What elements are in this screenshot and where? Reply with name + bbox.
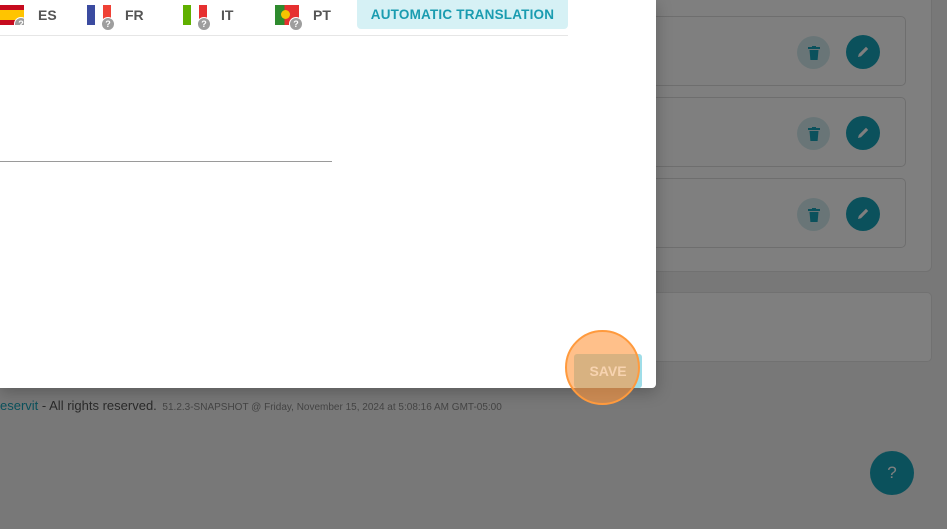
save-button-label: SAVE [589, 363, 627, 379]
spain-flag-icon: ? [0, 5, 24, 25]
lang-code: ES [38, 7, 57, 23]
tab-lang-es[interactable]: ? ES [0, 0, 57, 30]
lang-code: PT [313, 7, 331, 23]
france-flag-icon: ? [87, 5, 115, 31]
question-icon: ? [197, 17, 211, 31]
tab-lang-it[interactable]: ? IT [183, 0, 234, 31]
text-field-underline[interactable] [0, 161, 332, 162]
lang-code: FR [125, 7, 144, 23]
question-icon: ? [14, 17, 24, 25]
tab-lang-fr[interactable]: ? FR [87, 0, 144, 31]
italy-flag-icon: ? [183, 5, 211, 31]
tab-lang-pt[interactable]: ? PT [275, 0, 331, 31]
question-icon: ? [289, 17, 303, 31]
language-tabs: ? ES ? FR ? IT ? PT AUTOMATIC TRANSLATIO… [0, 0, 568, 36]
portugal-flag-icon: ? [275, 5, 303, 31]
question-icon: ? [101, 17, 115, 31]
translation-modal: ? ES ? FR ? IT ? PT AUTOMATIC TRANSLATIO… [0, 0, 656, 405]
lang-code: IT [221, 7, 234, 23]
automatic-translation-button[interactable]: AUTOMATIC TRANSLATION [357, 0, 568, 29]
